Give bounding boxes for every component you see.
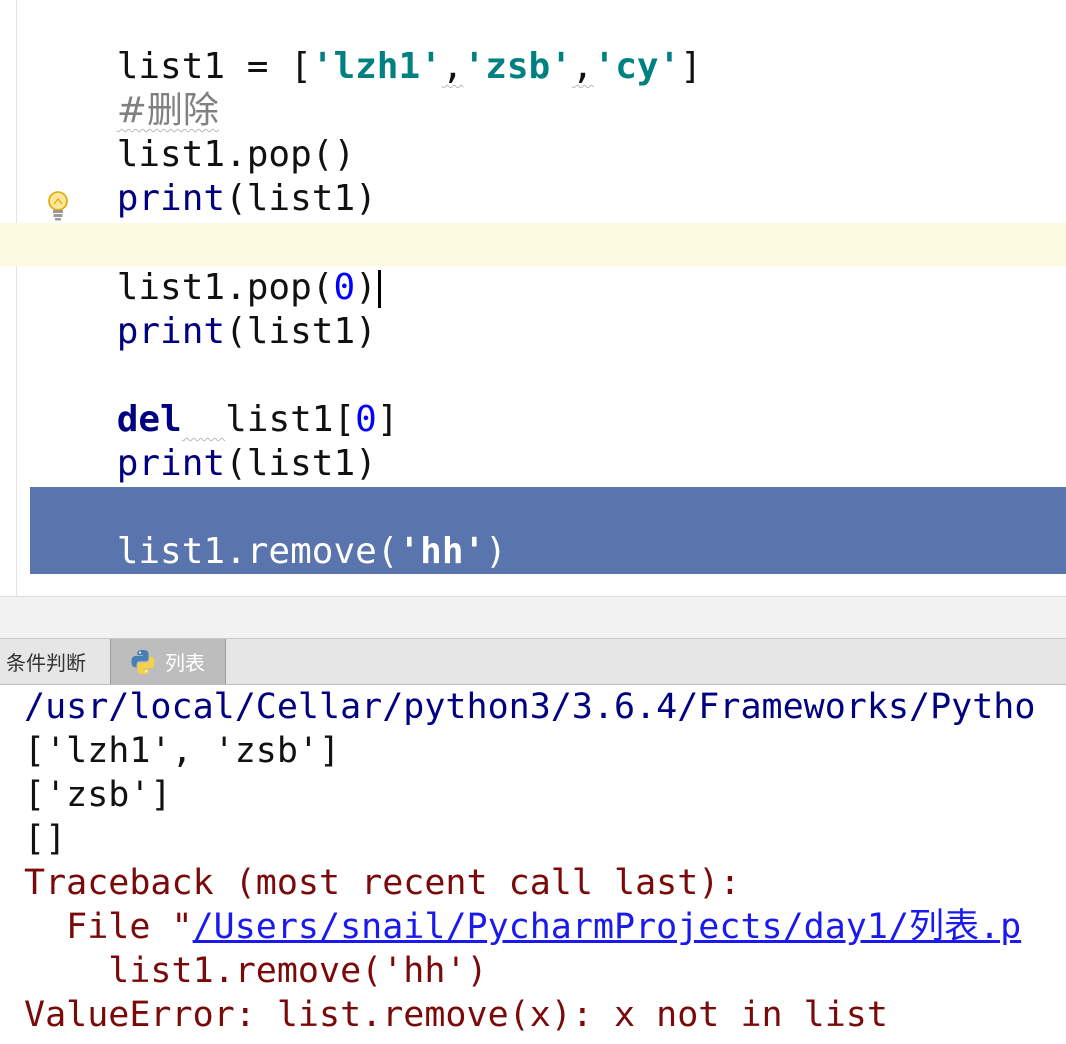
code-line-9[interactable]: del list1[0] (30, 354, 399, 440)
code-line-4[interactable]: print(list1) (30, 133, 377, 219)
text-caret (377, 270, 381, 308)
builtin-function: print (116, 178, 226, 219)
output-line: ['zsb'] (24, 775, 172, 815)
code-text: (list1) (225, 178, 377, 219)
builtin-function: print (116, 311, 226, 352)
string-literal: 'lzh1' (311, 46, 442, 87)
tab-list[interactable]: 列表 (110, 639, 226, 684)
output-line: ['lzh1', 'zsb'] (24, 731, 341, 771)
builtin-function: print (116, 443, 226, 484)
tab-condition[interactable]: 条件判断 (0, 639, 108, 684)
panel-splitter[interactable] (0, 596, 1066, 639)
tab-label: 条件判断 (6, 651, 86, 675)
code-line-12[interactable]: list1.remove('hh') (30, 486, 507, 572)
python-icon (131, 649, 155, 674)
lightbulb-icon[interactable] (46, 190, 70, 222)
code-text: ) (485, 531, 507, 572)
string-literal: 'cy' (593, 46, 681, 87)
code-line-7[interactable]: print(list1) (30, 266, 377, 352)
string-literal: 'zsb' (463, 46, 572, 87)
code-text: (list1) (225, 311, 377, 352)
code-editor[interactable]: list1 = ['lzh1','zsb','cy'] #删除 list1.po… (0, 0, 1066, 616)
code-text: ] (376, 399, 399, 440)
traceback-file-line: File "/Users/snail/PycharmProjects/day1/… (24, 905, 1021, 949)
comma-token: , (441, 46, 464, 87)
code-text: (list1) (225, 443, 377, 484)
interpreter-path: /usr/local/Cellar/python3/3.6.4/Framewor… (24, 687, 1036, 727)
gutter-divider (16, 0, 17, 596)
code-text: ] (680, 46, 702, 87)
code-line-2[interactable]: #删除 (30, 45, 219, 131)
string-literal: 'hh' (398, 531, 486, 572)
code-line-3[interactable]: list1.pop() (30, 89, 355, 175)
code-line-1[interactable]: list1 = ['lzh1','zsb','cy'] (30, 1, 702, 87)
traceback-code-line: list1.remove('hh') (24, 951, 488, 991)
run-tab-bar: 条件判断 列表 (0, 639, 1066, 685)
tab-label: 列表 (165, 651, 205, 675)
run-console[interactable]: /usr/local/Cellar/python3/3.6.4/Framewor… (0, 685, 1066, 1044)
comma-token: , (571, 46, 594, 87)
code-line-10[interactable]: print(list1) (30, 398, 377, 484)
code-line-13[interactable]: print(list1) (30, 530, 377, 616)
error-message: ValueError: list.remove(x): x not in lis… (24, 995, 888, 1035)
output-line: [] (24, 819, 67, 859)
code-line-6[interactable]: list1.pop(0) (30, 222, 381, 308)
traceback-header: Traceback (most recent call last): (24, 863, 741, 903)
file-link[interactable]: /Users/snail/PycharmProjects/day1/列表.p (193, 907, 1022, 947)
traceback-file-prefix: File " (24, 907, 193, 947)
